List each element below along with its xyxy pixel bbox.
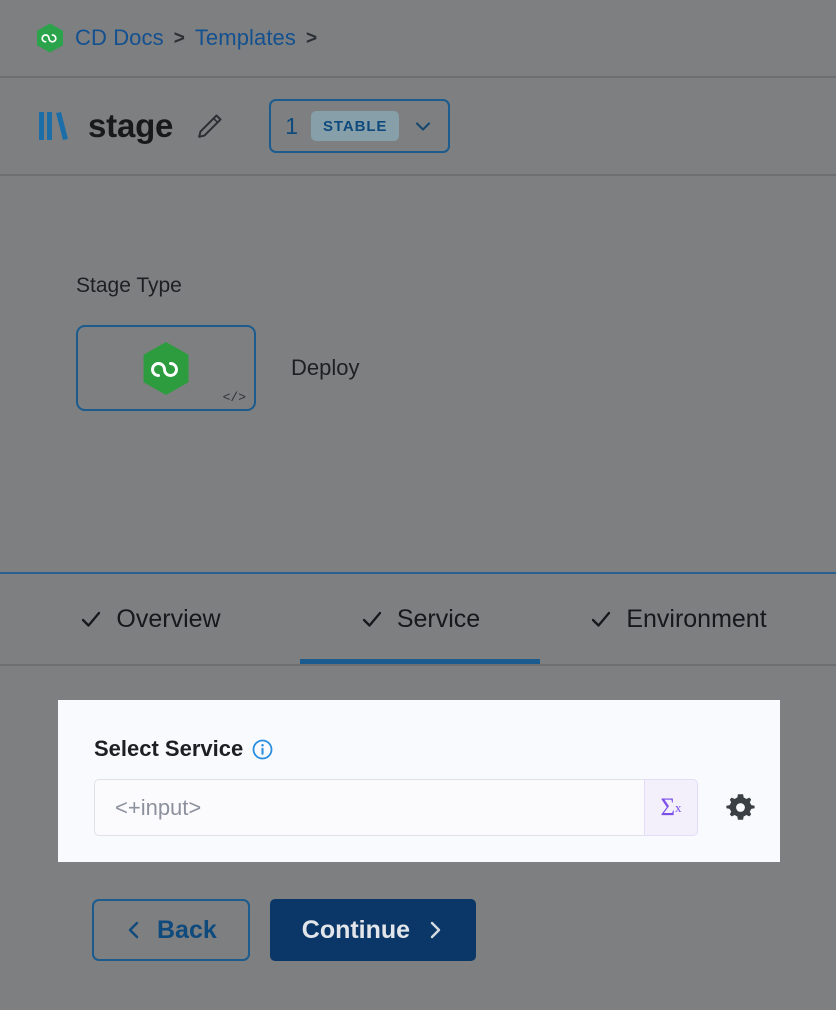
back-button[interactable]: Back bbox=[92, 899, 250, 961]
stage-type-label: Stage Type bbox=[76, 274, 836, 298]
service-input-group: Σx bbox=[94, 779, 698, 836]
chevron-right-icon: > bbox=[306, 29, 317, 48]
wizard-footer: Back Continue bbox=[92, 899, 476, 961]
select-service-input[interactable] bbox=[94, 779, 644, 836]
version-selector[interactable]: 1 STABLE bbox=[269, 99, 450, 153]
tab-service-label: Service bbox=[397, 605, 480, 634]
template-library-icon bbox=[38, 108, 72, 144]
sigma-glyph: Σ bbox=[660, 794, 675, 822]
check-icon bbox=[589, 607, 613, 631]
gear-icon[interactable] bbox=[725, 792, 756, 823]
service-input-row: Σx bbox=[94, 779, 780, 836]
deploy-hexagon-icon bbox=[141, 341, 191, 396]
info-circle-icon[interactable] bbox=[252, 739, 273, 760]
continue-button[interactable]: Continue bbox=[270, 899, 476, 961]
select-service-label: Select Service bbox=[94, 736, 243, 762]
chevron-down-icon[interactable] bbox=[412, 115, 434, 137]
sigma-subscript: x bbox=[675, 800, 682, 816]
harness-hexagon-icon bbox=[36, 23, 64, 53]
select-service-label-row: Select Service bbox=[94, 736, 780, 762]
tab-overview-label: Overview bbox=[116, 605, 220, 634]
chevron-left-icon bbox=[125, 921, 143, 939]
template-header: stage 1 STABLE bbox=[0, 78, 836, 176]
select-service-panel: Select Service Σx bbox=[58, 700, 780, 862]
stage-type-section: Stage Type </> Deploy bbox=[0, 176, 836, 574]
breadcrumb: CD Docs > Templates > bbox=[0, 0, 836, 78]
pencil-icon[interactable] bbox=[195, 111, 225, 141]
tab-service[interactable]: Service bbox=[300, 574, 540, 664]
tab-environment[interactable]: Environment bbox=[540, 574, 816, 664]
expression-toggle-button[interactable]: Σx bbox=[644, 779, 698, 836]
breadcrumb-item-cd-docs[interactable]: CD Docs bbox=[75, 25, 164, 51]
version-number: 1 bbox=[285, 113, 298, 140]
chevron-right-icon bbox=[426, 921, 444, 939]
stage-type-name: Deploy bbox=[291, 355, 359, 381]
continue-button-label: Continue bbox=[302, 916, 410, 945]
stage-type-card-deploy[interactable]: </> bbox=[76, 325, 256, 411]
status-badge: STABLE bbox=[311, 111, 399, 141]
tab-environment-label: Environment bbox=[626, 605, 766, 634]
wizard-tabs: Overview Service Environment bbox=[0, 574, 836, 666]
chevron-right-icon: > bbox=[174, 29, 185, 48]
check-icon bbox=[79, 607, 103, 631]
check-icon bbox=[360, 607, 384, 631]
page-title: stage bbox=[88, 107, 173, 145]
stage-type-row: </> Deploy bbox=[76, 325, 836, 411]
code-badge-icon: </> bbox=[223, 390, 246, 405]
breadcrumb-item-templates[interactable]: Templates bbox=[195, 25, 296, 51]
tab-overview[interactable]: Overview bbox=[0, 574, 300, 664]
back-button-label: Back bbox=[157, 916, 217, 945]
